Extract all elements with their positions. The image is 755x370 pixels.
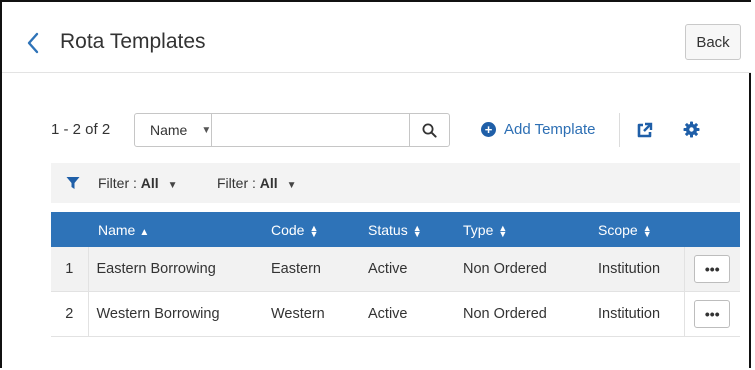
gear-icon[interactable] xyxy=(683,121,700,138)
column-header-scope[interactable]: Scope ▲ ▼ xyxy=(590,212,684,247)
sort-icon: ▲ ▼ xyxy=(412,222,422,239)
column-header-name[interactable]: Name ▲ xyxy=(88,212,261,247)
result-count: 1 - 2 of 2 xyxy=(51,121,111,138)
add-template-button[interactable]: + Add Template xyxy=(481,121,595,138)
cell-type: Non Ordered xyxy=(456,247,590,292)
table-row[interactable]: 1 Eastern Borrowing Eastern Active Non O… xyxy=(51,247,740,292)
column-header-type[interactable]: Type ▲ ▼ xyxy=(456,212,590,247)
filter-dropdown-2[interactable]: Filter : All ▼ xyxy=(217,175,297,191)
cell-scope: Institution xyxy=(590,247,684,292)
cell-code: Eastern xyxy=(261,247,361,292)
row-more-actions-button[interactable]: ••• xyxy=(694,300,731,328)
export-icon[interactable] xyxy=(636,122,653,139)
search-field-label: Name xyxy=(150,122,188,138)
templates-table: Name ▲ Code ▲ ▼ Status ▲ ▼ Type ▲ ▼ Scope ▲ ▼ 1 E… xyxy=(51,212,740,337)
table-row[interactable]: 2 Western Borrowing Western Active Non O… xyxy=(51,291,740,337)
search-icon xyxy=(422,123,437,138)
search-button[interactable] xyxy=(409,114,449,146)
page-title: Rota Templates xyxy=(60,30,206,53)
caret-down-icon: ▼ xyxy=(201,124,212,136)
filter-dropdown-1[interactable]: Filter : All ▼ xyxy=(98,175,178,191)
caret-down-icon: ▼ xyxy=(286,180,297,191)
cell-scope: Institution xyxy=(590,291,684,337)
add-template-label: Add Template xyxy=(504,121,596,138)
row-more-actions-button[interactable]: ••• xyxy=(694,255,731,283)
search-field-dropdown[interactable]: Name ▼ xyxy=(135,114,213,146)
filter-label: Filter : xyxy=(98,175,141,191)
sort-icon: ▲ ▼ xyxy=(309,222,319,239)
column-header-code[interactable]: Code ▲ ▼ xyxy=(261,212,361,247)
row-number: 1 xyxy=(51,247,89,292)
filter-label: Filter : xyxy=(217,175,260,191)
row-actions: ••• xyxy=(683,291,740,337)
search-group: Name ▼ xyxy=(134,113,450,147)
filter-bar: Filter : All ▼ Filter : All ▼ xyxy=(51,163,740,203)
search-input[interactable] xyxy=(212,114,410,146)
sort-asc-icon: ▲ xyxy=(139,226,150,238)
row-number: 2 xyxy=(51,291,89,337)
cell-name: Western Borrowing xyxy=(88,291,261,337)
caret-down-icon: ▼ xyxy=(167,180,178,191)
filter-value: All xyxy=(259,175,278,191)
back-button[interactable]: Back xyxy=(685,24,741,60)
table-header-row: Name ▲ Code ▲ ▼ Status ▲ ▼ Type ▲ ▼ Scope ▲ ▼ xyxy=(51,212,740,247)
sort-icon: ▲ ▼ xyxy=(642,222,652,239)
cell-type: Non Ordered xyxy=(456,291,590,337)
plus-circle-icon: + xyxy=(481,122,496,137)
cell-status: Active xyxy=(361,291,456,337)
column-header-index xyxy=(51,212,88,247)
sort-icon: ▲ ▼ xyxy=(498,222,508,239)
toolbar-divider xyxy=(619,113,620,147)
cell-name: Eastern Borrowing xyxy=(88,247,261,292)
filter-funnel-icon xyxy=(66,177,80,189)
cell-code: Western xyxy=(261,291,361,337)
filter-value: All xyxy=(140,175,159,191)
row-actions: ••• xyxy=(683,247,740,292)
column-header-actions xyxy=(684,212,740,247)
page-header: Rota Templates Back xyxy=(2,2,751,73)
cell-status: Active xyxy=(361,247,456,292)
column-header-status[interactable]: Status ▲ ▼ xyxy=(361,212,456,247)
back-chevron-icon[interactable] xyxy=(24,30,42,56)
